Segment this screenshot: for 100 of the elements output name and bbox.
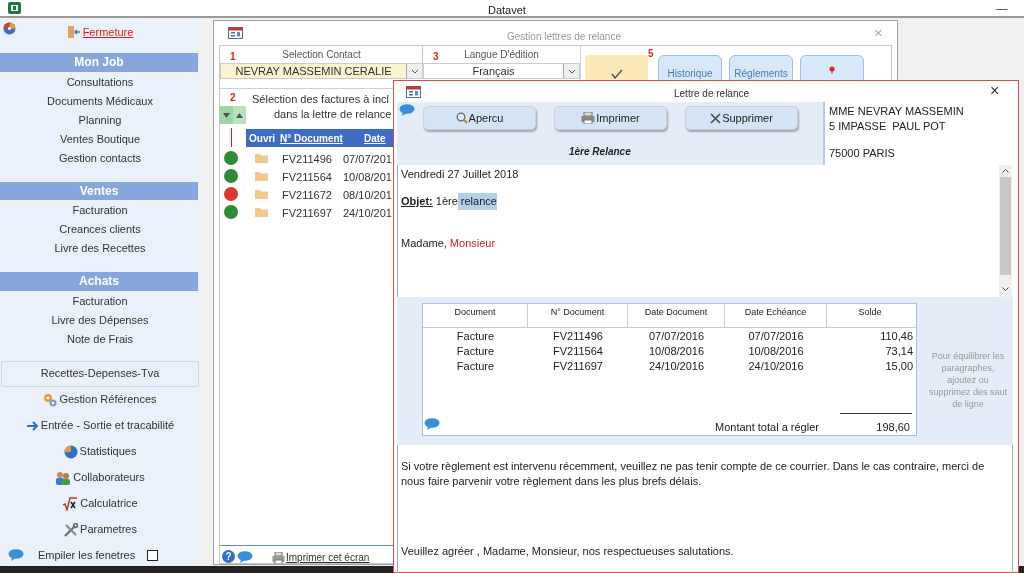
menu-item[interactable]: Statistiques	[63, 438, 137, 465]
table-cell: Facture	[456, 330, 495, 342]
menu-item[interactable]: Livre des Dépenses	[51, 310, 149, 330]
tools-icon	[63, 522, 79, 537]
menu-item[interactable]: Gestion Références	[43, 386, 157, 413]
folder-icon[interactable]	[255, 153, 268, 163]
dropdown-field[interactable]: NEVRAY MASSEMIN CERALIE	[220, 63, 423, 79]
table-cell: 15,00	[885, 360, 913, 372]
subject-text: 1ère	[435, 194, 458, 209]
total-label: Montant total a régler	[715, 420, 819, 435]
table-cell: 10/08/2016	[748, 345, 804, 357]
table-cell: 24/10/2016	[648, 360, 705, 372]
step-number: 5	[648, 47, 654, 61]
address-line: 75000 PARIS	[829, 146, 896, 161]
menu-item[interactable]: Consultations	[66, 72, 134, 92]
section-header: Mon Job	[0, 53, 198, 72]
menu-item[interactable]: Ventes Boutique	[59, 129, 141, 149]
menu-item[interactable]: Calculatrice	[62, 490, 138, 517]
section-header: Achats	[0, 272, 198, 291]
menu-item[interactable]: Collaborateurs	[55, 464, 145, 491]
toolbar-button[interactable]: Imprimer	[554, 106, 667, 130]
exit-door-icon	[66, 25, 81, 40]
menu-item[interactable]: Note de Frais	[67, 329, 133, 349]
menu-button[interactable]: Recettes-Depenses-Tva	[1, 360, 199, 387]
menu-item[interactable]: Planning	[78, 110, 122, 130]
table-cell: Facture	[456, 345, 495, 357]
reminder-label: 1ère Relance	[569, 145, 631, 159]
column-header[interactable]: Ouvri	[249, 131, 276, 146]
table-cell-text: FV211672	[282, 188, 332, 203]
table-cell: 73,14	[885, 345, 913, 357]
folder-icon[interactable]	[255, 189, 268, 199]
menu-item-label: Calculatrice	[80, 496, 138, 512]
magnifier-icon	[455, 112, 468, 124]
column-header[interactable]: Date	[364, 131, 386, 146]
menu-item-label: Gestion Références	[59, 392, 157, 408]
subject-label: Objet:	[401, 194, 433, 209]
menu-item-label: Parametres	[80, 522, 137, 538]
square-root-icon	[62, 496, 79, 511]
column-header: Document	[423, 304, 528, 327]
folder-icon[interactable]	[255, 171, 268, 181]
scrollbar-thumb[interactable]	[1000, 177, 1011, 275]
menu-item[interactable]: Facturation	[72, 201, 128, 221]
field-label: Langue D'édition	[464, 49, 539, 62]
column-header: Date Echéance	[725, 304, 827, 327]
table-cell: FV211697	[553, 360, 603, 372]
window-title: Gestion lettres de relance	[507, 30, 621, 44]
speech-bubble-icon[interactable]	[399, 104, 415, 116]
table-cell: FV211496	[553, 330, 603, 342]
menu-item[interactable]: Gestion contacts	[59, 148, 141, 168]
triangle-up-icon	[236, 112, 243, 118]
menu-item[interactable]: Livre des Recettes	[54, 239, 146, 259]
greeting: Madame,	[401, 236, 447, 251]
sort-up-button[interactable]	[233, 106, 246, 124]
print-screen-link[interactable]: Imprimer cet écran	[286, 550, 370, 565]
chevron-down-icon	[410, 68, 419, 74]
palette-icon	[3, 22, 16, 35]
letter-date: Vendredi 27 Juillet 2018	[401, 167, 519, 182]
menu-item[interactable]: Documents Médicaux	[47, 91, 153, 111]
column-header: N° Document	[528, 304, 628, 327]
help-button[interactable]: ?	[222, 550, 235, 563]
toolbar-button[interactable]: Apercu	[423, 106, 536, 130]
close-button[interactable]: ×	[990, 82, 1000, 100]
side-note: Pour équilibrer les paragraphes, ajoutez ou supprimez des saut de ligne	[927, 350, 1008, 410]
checkmark-icon	[610, 69, 623, 79]
menu-item[interactable]: Creances clients	[59, 220, 141, 240]
letter-closing: Veuillez agréer , Madame, Monsieur, nos respectueuses salutations.	[401, 544, 734, 559]
speech-bubble-icon[interactable]	[8, 549, 24, 562]
menu-item[interactable]: Parametres	[63, 516, 137, 543]
checkbox[interactable]	[147, 549, 159, 561]
step-number: 3	[433, 50, 439, 64]
letter-paragraph: Si votre règlement est intervenu récemment, veuillez ne pas tenir compte de ce courrier. Dans le cas contraire, merci de nous faire parvenir votre règlement dans les plus brefs délais.	[401, 459, 986, 489]
pie-chart-icon	[63, 444, 78, 459]
table-cell: 110,46	[880, 330, 913, 342]
folder-icon[interactable]	[255, 207, 268, 217]
table-cell-text: 08/10/201	[343, 188, 392, 203]
menu-item[interactable]: Entrée - Sortie et tracabilité	[25, 412, 175, 439]
table-cell-text: FV211564	[282, 170, 332, 185]
table-cell-text: 07/07/201	[343, 152, 392, 167]
section-title: dans la lettre de relance	[274, 108, 392, 121]
column-header: Solde	[857, 306, 883, 319]
speech-bubble-icon[interactable]	[424, 418, 440, 430]
address-line: 5 IMPASSE PAUL POT	[829, 119, 947, 134]
menu-item[interactable]: Facturation	[72, 291, 128, 311]
toolbar-button[interactable]: Supprimer	[685, 106, 798, 130]
column-header[interactable]: N° Document	[280, 131, 343, 146]
table-cell: Facture	[456, 360, 495, 372]
close-link[interactable]: Fermeture	[82, 24, 134, 41]
table-cell-text: FV211697	[282, 206, 332, 221]
scrollbar[interactable]	[999, 165, 1012, 297]
address-line: MME NEVRAY MASSEMIN	[829, 104, 965, 119]
table-cell-text: 24/10/201	[343, 206, 392, 221]
speech-bubble-icon[interactable]	[237, 550, 253, 563]
table-cell: 24/10/2016	[748, 360, 804, 372]
section-header: Ventes	[0, 181, 198, 201]
sort-down-button[interactable]	[220, 106, 233, 124]
gears-icon	[43, 392, 58, 407]
dropdown-field[interactable]: Français	[423, 63, 580, 79]
menu-item-label: Statistiques	[79, 444, 137, 460]
greeting-highlight: Monsieur	[449, 236, 496, 251]
minimize-button[interactable]: —	[990, 0, 1014, 16]
